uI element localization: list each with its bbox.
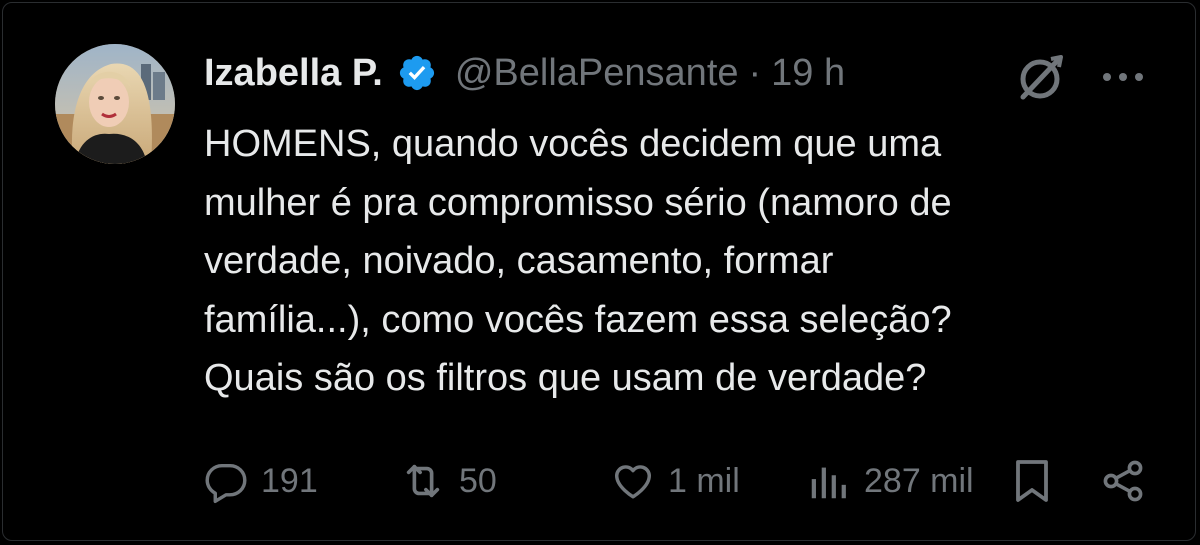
repost-count: 50: [459, 461, 497, 500]
separator-dot: ·: [748, 51, 762, 94]
bookmark-button[interactable]: [1010, 453, 1054, 509]
display-name[interactable]: Izabella P.: [204, 52, 383, 95]
timestamp[interactable]: 19 h: [771, 52, 845, 95]
share-icon: [1103, 460, 1143, 502]
like-count: 1 mil: [668, 461, 740, 500]
tweet-card[interactable]: Izabella P. @BellaPensante · 19 h HOMENS…: [2, 2, 1196, 541]
author-handle[interactable]: @BellaPensante: [455, 52, 739, 95]
repost-button[interactable]: 50: [399, 453, 497, 509]
views-button[interactable]: 287 mil: [806, 453, 974, 509]
repost-icon: [406, 464, 440, 498]
reply-button[interactable]: 191: [203, 453, 318, 509]
more-icon[interactable]: [1099, 57, 1147, 97]
heart-icon: [614, 465, 652, 499]
bookmark-icon: [1016, 460, 1048, 502]
views-count: 287 mil: [864, 461, 974, 500]
views-icon: [811, 467, 846, 499]
action-bar: 191 50 1 mil 287 mil: [3, 453, 1200, 509]
verified-badge-icon[interactable]: [397, 53, 437, 93]
grok-icon[interactable]: [1015, 51, 1067, 103]
tweet-header: Izabella P. @BellaPensante · 19 h: [204, 48, 845, 98]
reply-count: 191: [261, 461, 318, 500]
reply-icon: [205, 463, 247, 504]
like-button[interactable]: 1 mil: [610, 453, 740, 509]
tweet-text: HOMENS, quando vocês decidem que uma mul…: [204, 123, 952, 399]
share-button[interactable]: [1099, 453, 1147, 509]
avatar[interactable]: [55, 44, 175, 164]
